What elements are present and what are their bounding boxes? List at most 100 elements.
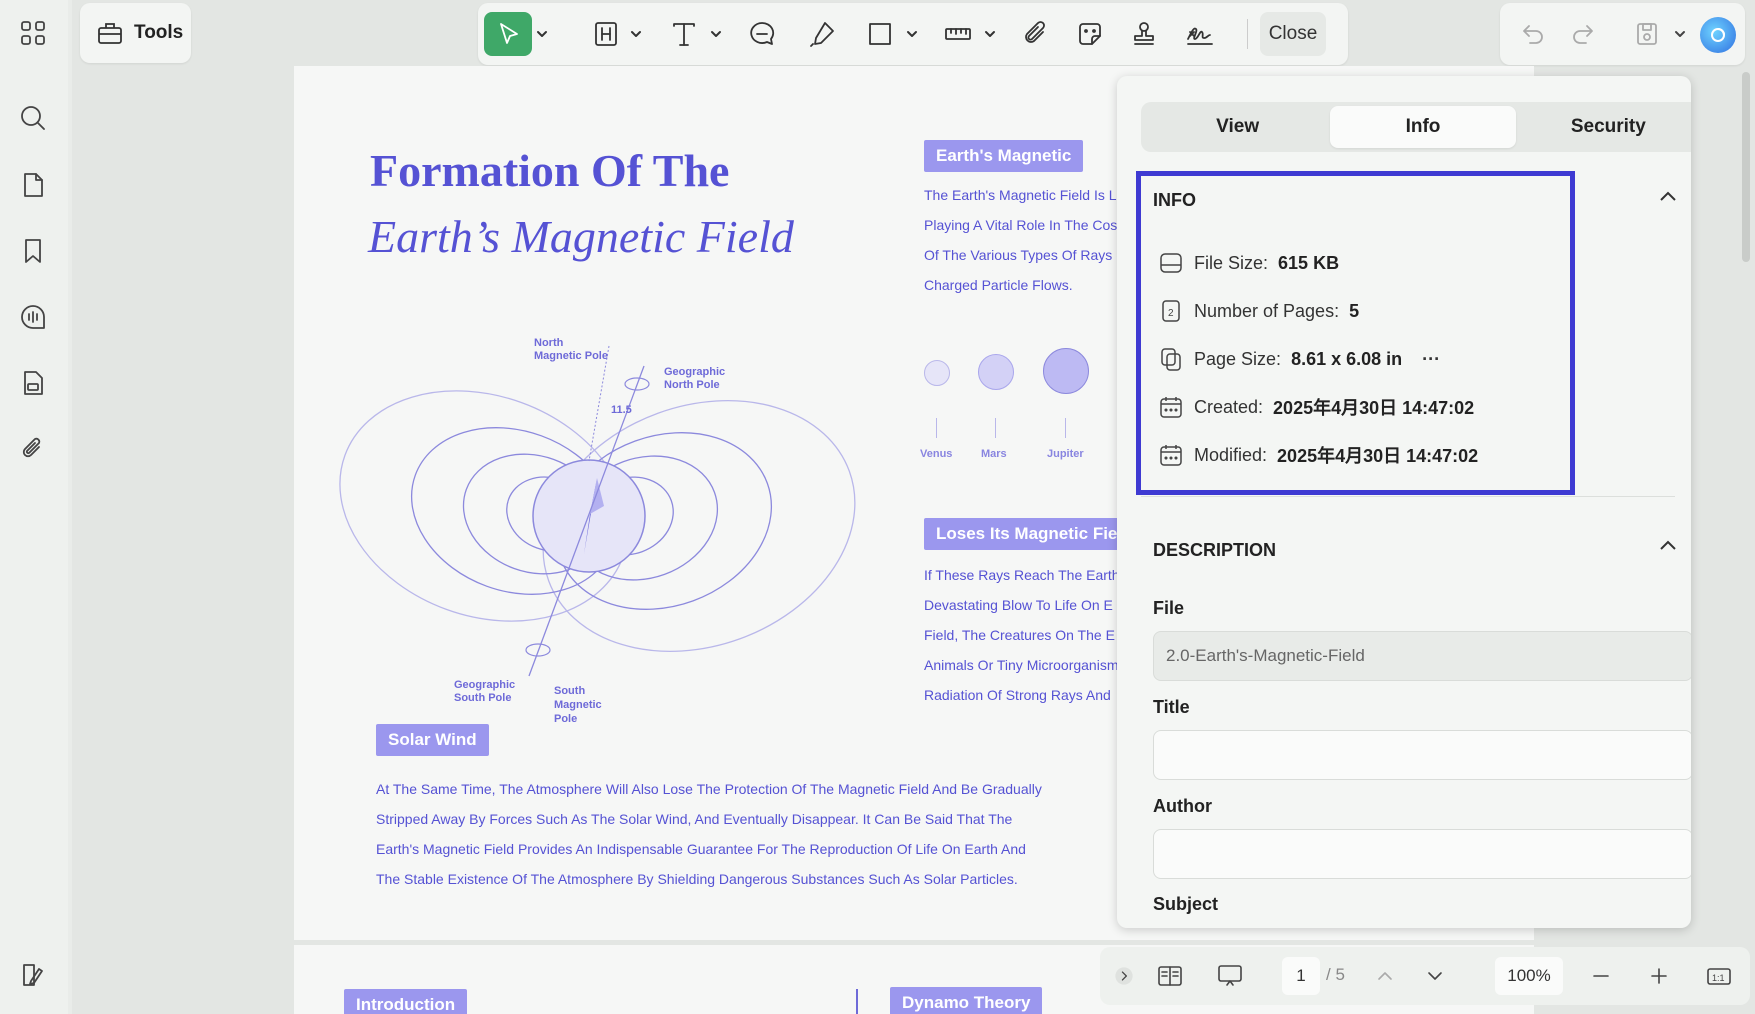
info-row-modified: Modified: 2025年4月30日 14:47:02 <box>1158 442 1478 468</box>
south-magnetic-label-3: Pole <box>554 713 577 725</box>
apps-grid-icon[interactable] <box>14 14 52 52</box>
presentation-icon[interactable] <box>1212 957 1248 995</box>
description-collapse-chevron-up-icon[interactable] <box>1657 535 1679 557</box>
info-collapse-chevron-up-icon[interactable] <box>1657 186 1679 208</box>
info-section-title: INFO <box>1153 190 1196 210</box>
para-line: At The Same Time, The Atmosphere Will Al… <box>376 781 1042 797</box>
zoom-level[interactable]: 100% <box>1495 957 1563 995</box>
next-page-chevron-down-icon[interactable] <box>1420 957 1450 995</box>
save-icon[interactable] <box>1628 12 1666 56</box>
tools-label: Tools <box>134 22 184 43</box>
stamp-tool-button[interactable] <box>1126 12 1162 56</box>
page-size-more-button[interactable]: ··· <box>1422 349 1440 370</box>
planet-line <box>936 418 937 438</box>
created-value: 2025年4月30日 14:47:02 <box>1273 398 1475 418</box>
shape-tool-button[interactable] <box>862 12 898 56</box>
tilt-angle-label: 11.5 <box>611 404 632 416</box>
tab-security[interactable]: Security <box>1516 106 1691 148</box>
info-row-file-size: File Size: 615 KB <box>1158 250 1339 276</box>
planet-label-mars: Mars <box>981 448 1007 460</box>
cursor-icon <box>500 23 518 44</box>
ruler-icon <box>945 28 971 40</box>
para-line: The Stable Existence Of The Atmosphere B… <box>376 871 1018 887</box>
modified-value: 2025年4月30日 14:47:02 <box>1277 446 1479 466</box>
attach-tool-button[interactable] <box>1018 12 1054 56</box>
search-icon[interactable] <box>14 99 52 137</box>
page-size-label: Page Size: <box>1194 348 1282 369</box>
geographic-south-label-1: Geographic <box>454 679 515 691</box>
sticker-icon <box>1079 23 1101 45</box>
text-chevron-icon[interactable] <box>708 12 724 56</box>
para-line: Stripped Away By Forces Such As The Sola… <box>376 811 1013 827</box>
file-size-label: File Size: <box>1194 252 1269 273</box>
highlighter-tool-button[interactable] <box>804 12 840 56</box>
planet-mars <box>978 354 1014 390</box>
panel-tabs: View Info Security <box>1141 102 1691 152</box>
signature-tool-button[interactable] <box>1180 12 1220 56</box>
description-section-title: DESCRIPTION <box>1153 540 1277 560</box>
para-line: Charged Particle Flows. <box>924 277 1073 293</box>
zoom-in-plus-icon[interactable] <box>1644 957 1674 995</box>
south-magnetic-label-1: South <box>554 685 585 697</box>
comment-tool-button[interactable] <box>744 12 780 56</box>
file-name-field[interactable]: 2.0-Earth's-Magnetic-Field <box>1153 631 1691 681</box>
page-number-input[interactable]: 1 <box>1282 957 1320 995</box>
attachment-list-icon[interactable] <box>14 364 52 402</box>
shape-chevron-icon[interactable] <box>904 12 920 56</box>
tab-view[interactable]: View <box>1145 106 1330 148</box>
save-chevron-icon[interactable] <box>1672 12 1688 56</box>
title-input[interactable] <box>1153 730 1691 780</box>
geographic-north-label-1: Geographic <box>664 366 725 378</box>
sticker-tool-button[interactable] <box>1072 12 1108 56</box>
measure-chevron-icon[interactable] <box>982 12 998 56</box>
para-line: Field, The Creatures On The E <box>924 627 1115 643</box>
para-line: Earth's Magnetic Field Provides An Indis… <box>376 841 1026 857</box>
para-line: Playing A Vital Role In The Cos <box>924 217 1118 233</box>
actual-size-icon[interactable]: 1:1 <box>1704 957 1734 995</box>
comments-icon[interactable] <box>14 298 52 336</box>
undo-icon[interactable] <box>1512 12 1550 56</box>
tag-solar-wind: Solar Wind <box>376 724 489 756</box>
para-line: The Earth's Magnetic Field Is L <box>924 187 1117 203</box>
heading-tool-button[interactable] <box>588 12 624 56</box>
tag-loses-magnetic-field: Loses Its Magnetic Field <box>924 518 1124 550</box>
author-input[interactable] <box>1153 829 1691 879</box>
info-row-created: Created: 2025年4月30日 14:47:02 <box>1158 394 1474 420</box>
measure-tool-button[interactable] <box>940 12 976 56</box>
sidebar-edit-icon[interactable] <box>14 956 52 994</box>
page-navigation-bar: 1 / 5 100% 1:1 <box>1100 947 1750 1005</box>
heading-chevron-icon[interactable] <box>628 12 644 56</box>
bookmark-icon[interactable] <box>14 232 52 270</box>
planet-venus <box>924 360 950 386</box>
text-tool-button[interactable] <box>666 12 702 56</box>
page-size-value: 8.61 x 6.08 in <box>1291 348 1403 369</box>
vertical-scrollbar[interactable] <box>1742 72 1750 262</box>
ai-assistant-icon[interactable] <box>1700 17 1736 53</box>
paperclip-icon <box>1025 21 1045 43</box>
geographic-south-label-2: South Pole <box>454 692 511 704</box>
subject-field-label: Subject <box>1153 894 1219 914</box>
zoom-out-minus-icon[interactable] <box>1586 957 1616 995</box>
svg-text:2: 2 <box>1168 308 1174 319</box>
tab-info[interactable]: Info <box>1330 106 1516 148</box>
expand-chevron-right-icon[interactable] <box>1112 957 1136 995</box>
info-row-page-size: Page Size: 8.61 x 6.08 in ··· <box>1158 346 1440 372</box>
paperclip-icon[interactable] <box>14 430 52 468</box>
highlighter-icon <box>810 22 834 47</box>
author-field-label: Author <box>1153 796 1212 816</box>
para-line: Animals Or Tiny Microorganism <box>924 657 1118 673</box>
close-button[interactable]: Close <box>1260 12 1326 56</box>
page-layout-icon[interactable] <box>1152 957 1188 995</box>
para-line: Devastating Blow To Life On E <box>924 597 1113 613</box>
select-tool-button[interactable] <box>484 12 532 56</box>
document-properties-panel: View Info Security INFO File Size: 615 K… <box>1117 76 1691 928</box>
page-thumbnail-icon[interactable] <box>14 166 52 204</box>
pages-icon: 2 <box>1162 300 1180 322</box>
redo-icon[interactable] <box>1566 12 1604 56</box>
previous-page-chevron-up-icon[interactable] <box>1370 957 1400 995</box>
file-size-value: 615 KB <box>1278 252 1340 273</box>
para-loses: If These Rays Reach The Earth Devastatin… <box>924 560 1118 710</box>
tools-button[interactable]: Tools <box>80 3 191 63</box>
select-tool-chevron-icon[interactable] <box>534 12 550 56</box>
doc-title-line1: Formation Of The <box>370 145 730 196</box>
